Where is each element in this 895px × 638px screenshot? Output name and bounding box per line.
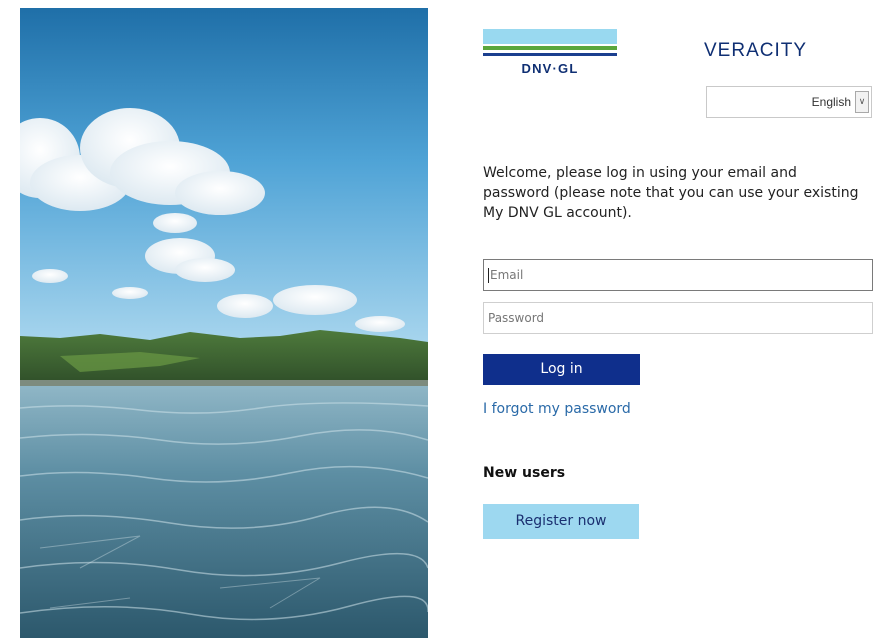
dnvgl-logo: DNV·GL	[483, 29, 617, 77]
logo-text: DNV·GL	[521, 61, 579, 76]
product-name: VERACITY	[704, 40, 808, 61]
language-select[interactable]: English ∨	[706, 86, 872, 118]
logo-stripe-light-blue	[483, 29, 617, 44]
login-button[interactable]: Log in	[483, 354, 640, 385]
chevron-down-icon[interactable]: ∨	[855, 91, 869, 113]
email-placeholder: Email	[490, 268, 524, 282]
new-users-heading: New users	[483, 465, 566, 481]
landscape-photo	[20, 8, 428, 638]
password-placeholder: Password	[488, 311, 545, 325]
text-cursor	[488, 268, 489, 283]
logo-stripe-navy	[483, 53, 617, 56]
password-field[interactable]: Password	[483, 302, 873, 334]
sea-and-sky-image	[20, 8, 428, 638]
welcome-text: Welcome, please log in using your email …	[483, 165, 859, 221]
language-selected-value: English	[811, 95, 851, 109]
forgot-password-link[interactable]: I forgot my password	[483, 401, 631, 417]
register-button[interactable]: Register now	[483, 504, 639, 539]
email-field[interactable]: Email	[483, 259, 873, 291]
